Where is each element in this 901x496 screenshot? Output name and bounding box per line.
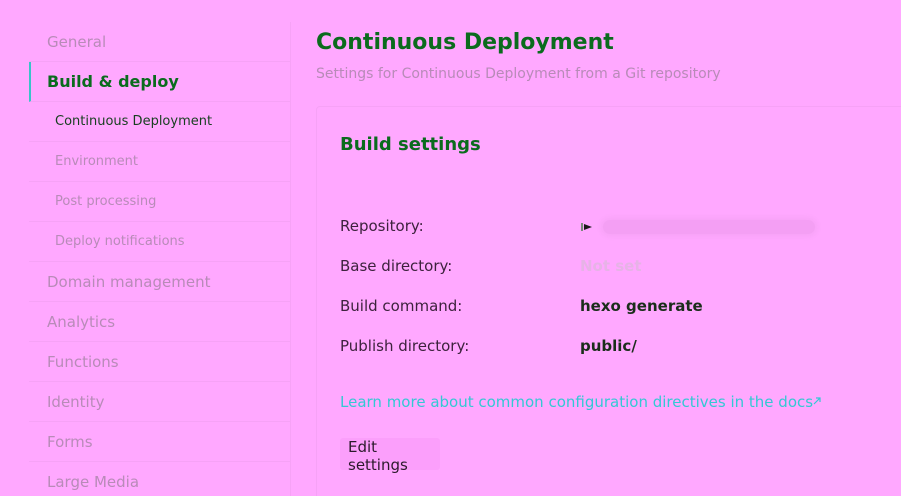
sidebar-item-large-media[interactable]: Large Media	[29, 462, 291, 496]
sidebar-item-forms[interactable]: Forms	[29, 422, 291, 462]
sidebar-subitem-continuous-deployment[interactable]: Continuous Deployment	[29, 102, 291, 142]
sidebar-item-identity[interactable]: Identity	[29, 382, 291, 422]
repository-link-redacted[interactable]	[603, 220, 815, 234]
sidebar-item-label: Forms	[47, 432, 93, 451]
repository-label: Repository:	[340, 217, 424, 235]
sidebar-item-label: Build & deploy	[47, 72, 179, 91]
sidebar-item-label: Continuous Deployment	[55, 114, 213, 129]
sidebar-item-analytics[interactable]: Analytics	[29, 302, 291, 342]
sidebar-item-label: Identity	[47, 392, 105, 411]
build-command-label: Build command:	[340, 297, 463, 315]
sidebar-item-general[interactable]: General	[29, 22, 291, 62]
publish-directory-label: Publish directory:	[340, 337, 470, 355]
sidebar-item-label: Functions	[47, 352, 119, 371]
build-settings-title: Build settings	[340, 134, 481, 155]
sidebar-item-label: Analytics	[47, 312, 116, 331]
page: General Build & deploy Continuous Deploy…	[0, 0, 901, 496]
sidebar-item-label: Deploy notifications	[55, 234, 185, 249]
sidebar-subitem-post-processing[interactable]: Post processing	[29, 182, 291, 222]
external-link-icon	[813, 397, 821, 405]
edit-settings-button[interactable]: Edit settings	[340, 438, 440, 474]
sidebar-item-label: Domain management	[47, 272, 211, 291]
page-title: Continuous Deployment	[316, 30, 614, 55]
sidebar-item-label: Environment	[55, 154, 139, 169]
publish-directory-value: public/	[580, 337, 637, 355]
base-directory-value: Not set	[580, 257, 642, 275]
settings-sidebar: General Build & deploy Continuous Deploy…	[29, 22, 291, 496]
sidebar-subitem-environment[interactable]: Environment	[29, 142, 291, 182]
sidebar-item-label: Large Media	[47, 472, 140, 491]
sidebar-item-label: General	[47, 32, 107, 51]
docs-link[interactable]: Learn more about common configuration di…	[340, 393, 813, 411]
sidebar-item-label: Post processing	[55, 194, 157, 209]
sidebar-item-build-deploy[interactable]: Build & deploy	[29, 62, 291, 102]
sidebar-item-functions[interactable]: Functions	[29, 342, 291, 382]
git-repo-icon	[581, 223, 592, 231]
base-directory-label: Base directory:	[340, 257, 453, 275]
sidebar-subitem-deploy-notifications[interactable]: Deploy notifications	[29, 222, 291, 262]
build-command-value: hexo generate	[580, 297, 703, 315]
page-subtitle: Settings for Continuous Deployment from …	[316, 66, 721, 82]
sidebar-item-domain-management[interactable]: Domain management	[29, 262, 291, 302]
